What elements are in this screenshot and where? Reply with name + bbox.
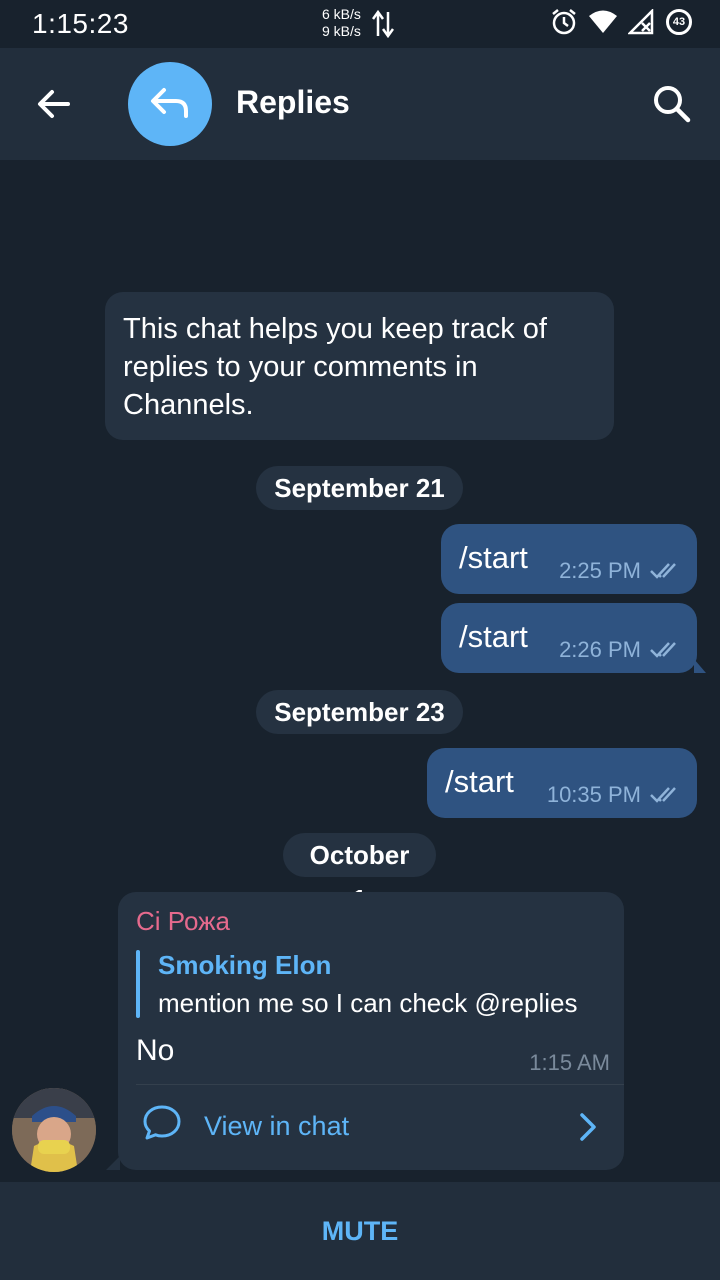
chat-title[interactable]: Replies [236, 84, 350, 121]
bubble-tail [694, 659, 706, 673]
double-check-icon [650, 642, 676, 658]
user-photo-icon [12, 1088, 96, 1172]
message-text: /start [445, 764, 514, 799]
sender-name[interactable]: Сі Рожа [136, 906, 230, 937]
chat-bubble-icon [143, 1105, 181, 1140]
double-check-icon [650, 787, 676, 803]
signal-icon [628, 9, 654, 35]
back-arrow-icon[interactable] [32, 82, 76, 126]
net-up: 6 kB/s [322, 6, 361, 22]
message-text: /start [459, 540, 528, 575]
sender-avatar[interactable] [12, 1088, 96, 1172]
alarm-icon [552, 9, 576, 35]
status-bar: 1:15:23 6 kB/s 9 kB/s 43 [0, 0, 720, 48]
date-separator: September 23 [256, 690, 463, 734]
net-down: 9 kB/s [322, 23, 361, 39]
view-in-chat-label: View in chat [204, 1111, 350, 1141]
incoming-message[interactable]: Сі Рожа Smoking Elon mention me so I can… [118, 892, 624, 1170]
network-speed: 6 kB/s 9 kB/s [322, 6, 361, 40]
quote-bar [136, 950, 140, 1018]
date-separator: October 1 [283, 833, 436, 914]
reply-arrow-icon [151, 88, 188, 118]
status-time: 1:15:23 [32, 8, 129, 39]
outgoing-message[interactable]: /start 10:35 PM [427, 748, 697, 818]
date-separator: September 21 [256, 466, 463, 510]
outgoing-message[interactable]: /start 2:26 PM [441, 603, 697, 673]
battery-icon: 43 [666, 9, 692, 35]
bottom-bar: MUTE [0, 1182, 720, 1280]
service-message: This chat helps you keep track of replie… [105, 292, 614, 440]
search-icon[interactable] [648, 80, 696, 128]
wifi-icon [589, 10, 617, 33]
quote-text[interactable]: mention me so I can check @replies [158, 988, 577, 1019]
data-transfer-icon [372, 9, 394, 38]
bubble-tail [106, 1156, 120, 1170]
replies-avatar[interactable] [128, 62, 212, 146]
quote-author[interactable]: Smoking Elon [158, 950, 331, 981]
message-text: No [136, 1034, 175, 1067]
mute-button[interactable]: MUTE [0, 1216, 720, 1247]
message-text: /start [459, 619, 528, 654]
outgoing-message[interactable]: /start 2:25 PM [441, 524, 697, 594]
message-time: 10:35 PM [546, 782, 641, 807]
message-time: 2:25 PM [559, 558, 641, 583]
app-bar: Replies [0, 48, 720, 160]
chevron-right-icon [580, 1113, 596, 1141]
message-time: 2:26 PM [559, 637, 641, 662]
message-time: 1:15 AM [529, 1050, 610, 1075]
double-check-icon [650, 563, 676, 579]
view-in-chat-button[interactable]: View in chat [118, 1085, 624, 1170]
